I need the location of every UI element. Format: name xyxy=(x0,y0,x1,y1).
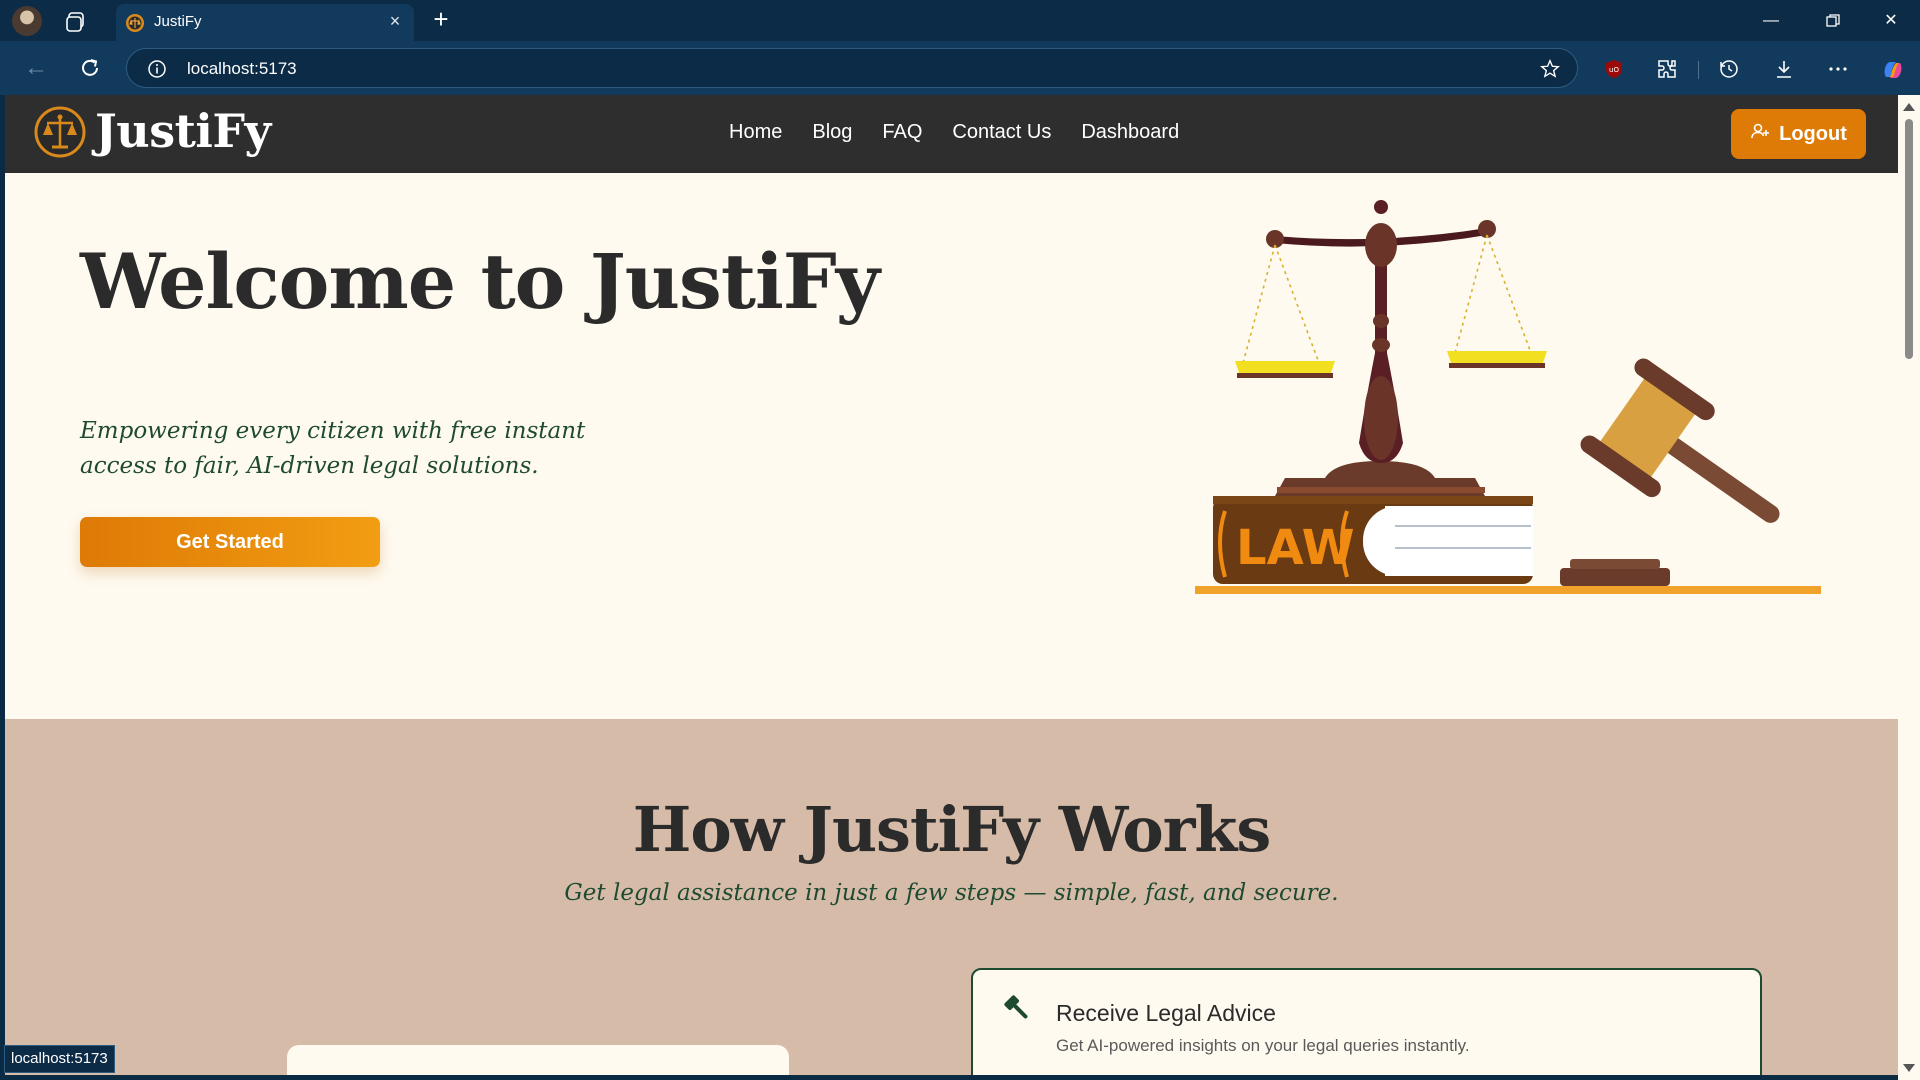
svg-text:uO: uO xyxy=(1609,66,1619,74)
scroll-down-icon[interactable] xyxy=(1903,1064,1915,1072)
browser-toolbar: ← localhost:5173 uO xyxy=(0,41,1920,95)
close-icon[interactable]: × xyxy=(386,12,404,30)
logout-button[interactable]: Logout xyxy=(1731,109,1866,159)
brand-name[interactable]: JustiFy xyxy=(95,104,271,158)
hero-tagline: Empowering every citizen with free insta… xyxy=(80,418,586,479)
hero-title: Welcome to JustiFy xyxy=(80,237,880,326)
back-icon[interactable]: ← xyxy=(22,54,50,82)
step-card xyxy=(287,1045,789,1075)
collections-icon[interactable] xyxy=(64,10,88,34)
tab-title: JustiFy xyxy=(154,13,202,30)
justify-favicon-icon xyxy=(125,13,145,33)
info-icon[interactable] xyxy=(147,59,167,79)
extensions-icon[interactable] xyxy=(1655,57,1679,81)
restore-icon[interactable] xyxy=(1818,8,1848,34)
step-card-receive-advice[interactable]: Receive Legal Advice Get AI-powered insi… xyxy=(971,968,1762,1075)
law-scales-illustration: LAW xyxy=(1185,193,1825,613)
profile-avatar[interactable] xyxy=(12,6,42,36)
nav-link-home[interactable]: Home xyxy=(729,121,782,144)
ublock-icon[interactable]: uO xyxy=(1602,57,1626,81)
minimize-icon[interactable]: — xyxy=(1756,8,1786,34)
section-title: How JustiFy Works xyxy=(632,793,1271,866)
reload-icon[interactable] xyxy=(76,54,104,82)
app-navbar: JustiFy Home Blog FAQ Contact Us Dashboa… xyxy=(5,95,1898,173)
plus-icon[interactable]: + xyxy=(428,6,454,32)
status-url-tooltip: localhost:5173 xyxy=(4,1045,115,1073)
main-nav: Home Blog FAQ Contact Us Dashboard xyxy=(729,121,1179,144)
scales-logo-icon[interactable] xyxy=(34,106,86,158)
nav-link-dashboard[interactable]: Dashboard xyxy=(1081,121,1179,144)
step-title: Receive Legal Advice xyxy=(1056,1000,1276,1026)
how-it-works-section: How JustiFy Works Get legal assistance i… xyxy=(5,719,1898,1075)
logout-label: Logout xyxy=(1779,122,1847,145)
gavel-icon xyxy=(1001,992,1033,1024)
browser-tab-bar: JustiFy × + — ✕ xyxy=(0,0,1920,41)
url-text[interactable]: localhost:5173 xyxy=(187,59,297,79)
step-description: Get AI-powered insights on your legal qu… xyxy=(1056,1036,1470,1055)
download-icon[interactable] xyxy=(1772,57,1796,81)
scroll-up-icon[interactable] xyxy=(1903,103,1915,111)
more-icon[interactable] xyxy=(1826,57,1850,81)
star-icon[interactable] xyxy=(1539,58,1561,80)
page-viewport: JustiFy Home Blog FAQ Contact Us Dashboa… xyxy=(5,95,1898,1075)
page-scrollbar[interactable] xyxy=(1898,95,1920,1080)
address-bar[interactable]: localhost:5173 xyxy=(126,48,1578,88)
nav-link-contact[interactable]: Contact Us xyxy=(952,121,1051,144)
close-window-icon[interactable]: ✕ xyxy=(1876,8,1906,34)
get-started-button[interactable]: Get Started xyxy=(80,517,380,567)
scrollbar-thumb[interactable] xyxy=(1905,119,1913,359)
user-icon xyxy=(1750,121,1770,147)
hero-section: Welcome to JustiFy Empowering every citi… xyxy=(5,173,1898,719)
tab-justify[interactable]: JustiFy × xyxy=(116,4,414,41)
section-subtitle: Get legal assistance in just a few steps… xyxy=(564,880,1339,906)
book-label: LAW xyxy=(1236,520,1355,576)
nav-link-faq[interactable]: FAQ xyxy=(882,121,922,144)
toolbar-separator xyxy=(1698,61,1699,79)
nav-link-blog[interactable]: Blog xyxy=(812,121,852,144)
history-icon[interactable] xyxy=(1717,57,1741,81)
copilot-icon[interactable] xyxy=(1880,57,1904,81)
